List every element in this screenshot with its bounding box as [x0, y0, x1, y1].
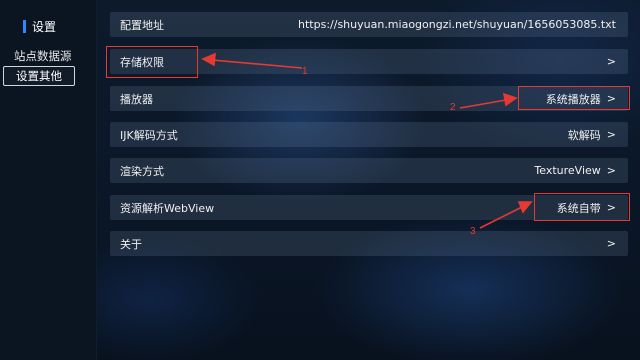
setting-label: 关于: [120, 237, 142, 251]
annotation-number-2: 2: [450, 102, 456, 113]
chevron-right-icon: >: [606, 128, 616, 141]
chevron-right-icon: >: [606, 164, 616, 177]
setting-value: >: [601, 55, 616, 68]
setting-value: >: [601, 237, 616, 250]
setting-value: TextureView >: [534, 164, 616, 177]
annotation-number-3: 3: [470, 226, 476, 237]
sidebar-item-sources[interactable]: 站点数据源: [14, 48, 72, 64]
setting-label: 渲染方式: [120, 164, 164, 178]
setting-value-text: 软解码: [567, 128, 601, 142]
setting-label: 配置地址: [120, 18, 164, 32]
setting-value-text: https://shuyuan.miaogongzi.net/shuyuan/1…: [298, 18, 616, 31]
sidebar-title: 设置: [23, 17, 56, 35]
chevron-right-icon: >: [606, 237, 616, 250]
sidebar-item-other-settings[interactable]: 设置其他: [3, 66, 75, 86]
setting-value: 系统播放器 >: [546, 91, 616, 107]
chevron-right-icon: >: [606, 92, 616, 105]
setting-label: IJK解码方式: [120, 128, 178, 142]
setting-row-storage-permission[interactable]: 存储权限 >: [110, 49, 628, 74]
chevron-right-icon: >: [606, 55, 616, 68]
setting-label: 资源解析WebView: [120, 201, 215, 215]
setting-value: 系统自带 >: [557, 200, 616, 216]
setting-row-about[interactable]: 关于 >: [110, 231, 628, 256]
accent-bar: [23, 19, 26, 33]
chevron-right-icon: >: [606, 201, 616, 214]
setting-row-config-url[interactable]: 配置地址 https://shuyuan.miaogongzi.net/shuy…: [110, 12, 628, 37]
sidebar: 设置 站点数据源 设置其他: [0, 0, 97, 360]
setting-value: 软解码 >: [568, 127, 616, 143]
sidebar-title-label: 设置: [32, 19, 57, 34]
setting-value-text: TextureView: [534, 164, 601, 177]
setting-value-text: 系统自带: [556, 201, 601, 215]
setting-label: 播放器: [120, 92, 153, 106]
setting-row-player[interactable]: 播放器 系统播放器 >: [110, 86, 628, 111]
setting-row-ijk-decoding[interactable]: IJK解码方式 软解码 >: [110, 122, 628, 147]
setting-value-text: 系统播放器: [545, 92, 601, 106]
setting-value: https://shuyuan.miaogongzi.net/shuyuan/1…: [298, 18, 616, 31]
annotation-number-1: 1: [302, 66, 308, 77]
setting-row-webview[interactable]: 资源解析WebView 系统自带 >: [110, 195, 628, 220]
setting-row-render-mode[interactable]: 渲染方式 TextureView >: [110, 158, 628, 183]
setting-label: 存储权限: [120, 55, 164, 69]
